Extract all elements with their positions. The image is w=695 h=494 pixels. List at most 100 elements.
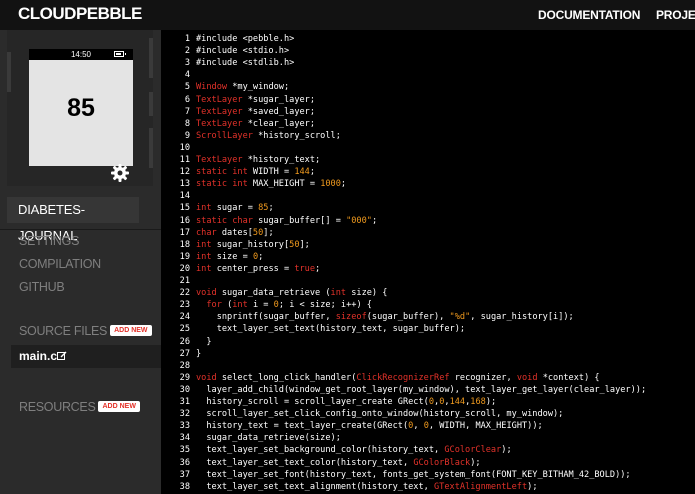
code-token: static int <box>196 179 248 190</box>
code-line[interactable]: 29 void select_long_click_handler(ClickRe… <box>161 372 600 384</box>
code-token: *clear_layer; <box>242 118 316 129</box>
code-line[interactable]: 4 <box>161 69 196 81</box>
code-token: TextLayer <box>196 155 243 165</box>
code-line[interactable]: 38 text_layer_set_text_alignment(history… <box>161 481 538 493</box>
top-bar: CLOUDPEBBLE DOCUMENTATION PROJEC <box>0 0 695 30</box>
code-token: , <box>413 421 424 432</box>
code-token: GColorBlack <box>413 457 471 468</box>
code-line[interactable]: 27} <box>161 348 202 360</box>
code-token: 144 <box>294 167 310 178</box>
emulator-button-down[interactable] <box>149 128 153 168</box>
watch-status-bar: 14:50 <box>29 49 133 60</box>
file-item-main-c[interactable]: main.c <box>11 345 161 368</box>
code-token: GColorClear <box>444 445 502 456</box>
code-line[interactable]: 23 for (int i = 0; i < size; i++) { <box>161 299 372 311</box>
code-line[interactable]: 10 <box>161 142 196 154</box>
line-number: 5 <box>184 82 190 93</box>
code-line[interactable]: 18 int sugar_history[50]; <box>161 239 310 251</box>
project-title[interactable]: DIABETES-JOURNAL <box>7 197 139 243</box>
code-line[interactable]: 17 char dates[50]; <box>161 227 274 239</box>
code-token: (sugar_buffer), <box>366 312 450 323</box>
code-line[interactable]: 36 text_layer_set_text_color(history_tex… <box>161 457 481 469</box>
code-line[interactable]: 13 static int MAX_HEIGHT = 1000; <box>161 178 346 190</box>
line-number: 12 <box>179 167 190 178</box>
code-line[interactable]: 8 TextLayer *clear_layer; <box>161 118 315 130</box>
code-token: void <box>196 288 217 299</box>
line-number: 27 <box>179 348 190 359</box>
line-number: 2 <box>184 46 190 57</box>
code-line[interactable]: 5 Window *my_window; <box>161 81 289 93</box>
code-token: } <box>196 348 202 359</box>
code-token: "%d" <box>449 312 471 323</box>
code-line[interactable]: 14 <box>161 190 196 202</box>
code-line[interactable]: 20 int center_press = true; <box>161 263 321 275</box>
code-line[interactable]: 22 void sugar_data_retrieve (int size) { <box>161 287 388 299</box>
code-line[interactable]: 32 scroll_layer_set_click_config_onto_wi… <box>161 408 564 420</box>
line-number: 19 <box>179 251 190 262</box>
code-line[interactable]: 37 text_layer_set_font(history_text, fon… <box>161 469 631 481</box>
line-number: 30 <box>179 384 190 395</box>
code-line[interactable]: 21 <box>161 275 196 287</box>
code-token: text_layer_set_text(history_text, sugar_… <box>196 324 466 335</box>
code-line[interactable]: 1 #include <pebble.h> <box>161 33 295 45</box>
code-line[interactable]: 16 static char sugar_buffer[] = "000"; <box>161 215 377 227</box>
emulator-button-select[interactable] <box>149 92 153 116</box>
nav-projects[interactable]: PROJEC <box>656 8 695 22</box>
code-token: GTextAlignmentLeft <box>434 481 528 492</box>
code-token: } <box>196 336 212 347</box>
resources-label: RESOURCES <box>19 400 96 414</box>
code-line[interactable]: 33 history_text = text_layer_create(GRec… <box>161 420 543 432</box>
code-line[interactable]: 26 } <box>161 336 212 348</box>
code-line[interactable]: 19 int size = 0; <box>161 251 264 263</box>
add-source-file-button[interactable]: ADD NEW <box>110 325 152 337</box>
code-token: int <box>196 203 212 214</box>
code-line[interactable]: 12 static int WIDTH = 144; <box>161 166 315 178</box>
code-token: i = <box>247 300 274 311</box>
code-token: center_press = <box>211 263 295 274</box>
nav-documentation[interactable]: DOCUMENTATION <box>538 8 640 22</box>
source-files-label: SOURCE FILES <box>19 324 108 338</box>
code-line[interactable]: 7 TextLayer *saved_layer; <box>161 106 315 118</box>
sidebar-item-github[interactable]: GITHUB <box>19 280 65 294</box>
line-number: 26 <box>179 336 190 347</box>
code-token: for <box>206 300 222 311</box>
line-number: 22 <box>179 288 190 299</box>
code-token: static int <box>196 167 248 178</box>
code-line[interactable]: 6 TextLayer *sugar_layer; <box>161 94 315 106</box>
code-line[interactable]: 34 sugar_data_retrieve(size); <box>161 432 341 444</box>
cloudpebble-logo[interactable]: CLOUDPEBBLE <box>18 4 142 24</box>
watch-display: 85 <box>29 60 133 166</box>
line-number: 17 <box>179 227 190 238</box>
code-token: 50 <box>289 239 300 250</box>
code-line[interactable]: 11 TextLayer *history_text; <box>161 154 321 166</box>
sidebar-item-settings[interactable]: SETTINGS <box>19 234 79 248</box>
code-line[interactable]: 25 text_layer_set_text(history_text, sug… <box>161 323 465 335</box>
code-token: sizeof <box>335 312 367 323</box>
code-token: int <box>330 288 347 299</box>
gear-icon[interactable] <box>110 163 130 183</box>
code-line[interactable]: 3 #include <stdlib.h> <box>161 57 295 69</box>
code-token: ]; <box>263 227 274 238</box>
code-line[interactable]: 15 int sugar = 85; <box>161 202 274 214</box>
edit-icon[interactable] <box>57 351 67 361</box>
code-token: "000" <box>346 215 372 226</box>
code-line[interactable]: 24 snprintf(sugar_buffer, sizeof(sugar_b… <box>161 311 574 323</box>
code-line[interactable]: 30 layer_add_child(window_get_root_layer… <box>161 384 647 396</box>
code-editor[interactable]: 1 #include <pebble.h> 2 #include <stdio.h> 3… <box>161 30 695 494</box>
code-token: #include <stdlib.h> <box>196 58 295 69</box>
sidebar-item-compilation[interactable]: COMPILATION <box>19 257 101 271</box>
line-number: 11 <box>179 155 190 165</box>
add-resource-button[interactable]: ADD NEW <box>98 401 140 413</box>
code-line[interactable]: 35 text_layer_set_background_color(histo… <box>161 444 512 456</box>
code-token: ; <box>340 179 347 190</box>
code-line[interactable]: 9 ScrollLayer *history_scroll; <box>161 130 341 142</box>
code-token: sugar_buffer[] = <box>252 215 347 226</box>
code-line[interactable]: 2 #include <stdio.h> <box>161 45 289 57</box>
emulator-button-up[interactable] <box>149 38 153 78</box>
line-number: 6 <box>184 94 190 105</box>
code-line[interactable]: 28 <box>161 360 196 372</box>
code-line[interactable]: 31 history_scroll = scroll_layer_create … <box>161 396 497 408</box>
code-token: *history_scroll; <box>252 130 341 141</box>
emulator-button-left[interactable] <box>7 52 11 92</box>
code-token: sugar_data_retrieve(size); <box>196 433 341 444</box>
